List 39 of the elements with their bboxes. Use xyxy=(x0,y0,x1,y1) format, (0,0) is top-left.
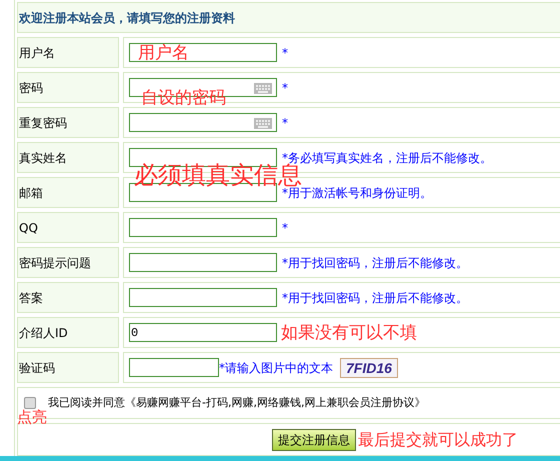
field-value: 0 xyxy=(130,324,138,342)
annotation-text: 最后提交就可以成功了 xyxy=(358,428,518,450)
keyboard-icon xyxy=(254,83,272,94)
input-field[interactable] xyxy=(129,358,219,377)
field-label: 密码提示问题 xyxy=(18,254,91,272)
field-label: 答案 xyxy=(18,290,43,306)
field-hint: *务必填写真实姓名，注册后不能修改。 xyxy=(282,150,492,164)
captcha-image: 7FID16 xyxy=(340,358,398,378)
input-field[interactable] xyxy=(129,218,277,237)
field-label: 验证码 xyxy=(18,360,55,376)
field-label: 用户名 xyxy=(18,44,55,62)
field-label: 真实姓名 xyxy=(18,150,67,166)
input-field[interactable] xyxy=(129,288,277,307)
field-hint: * xyxy=(282,80,288,96)
agree-checkbox[interactable] xyxy=(24,397,36,409)
field-hint: *请输入图片中的文本 xyxy=(219,360,333,376)
field-hint: * xyxy=(282,114,288,132)
agreement-text: 我已阅读并同意《易赚网赚平台-打码,网赚,网络赚钱,网上兼职会员注册协议》 xyxy=(48,394,426,411)
field-hint: *用于激活帐号和身份证明。 xyxy=(282,186,432,202)
field-label: 重复密码 xyxy=(18,114,67,132)
annotation-text: 用户名 xyxy=(138,42,189,65)
field-label: 邮箱 xyxy=(18,184,43,202)
field-label: 介绍人ID xyxy=(18,324,68,342)
annotation-text: 必须填真实信息 xyxy=(134,163,302,187)
field-hint: * xyxy=(282,220,288,236)
field-label: QQ xyxy=(18,220,38,236)
input-field[interactable] xyxy=(129,43,277,62)
annotation-text: 点亮 xyxy=(17,407,47,428)
submit-button[interactable]: 提交注册信息 xyxy=(272,428,356,450)
field-hint: *用于找回密码，注册后不能修改。 xyxy=(282,290,468,306)
form-title: 欢迎注册本站会员，请填写您的注册资料 xyxy=(18,10,235,26)
field-hint: * xyxy=(282,44,288,62)
input-field[interactable] xyxy=(129,253,277,272)
field-label: 密码 xyxy=(18,80,43,96)
input-field[interactable]: 0 xyxy=(129,323,277,342)
field-hint: *用于找回密码，注册后不能修改。 xyxy=(282,254,468,272)
annotation-text: 如果没有可以不填 xyxy=(281,322,417,345)
keyboard-icon xyxy=(254,118,272,129)
input-field[interactable] xyxy=(129,113,277,132)
